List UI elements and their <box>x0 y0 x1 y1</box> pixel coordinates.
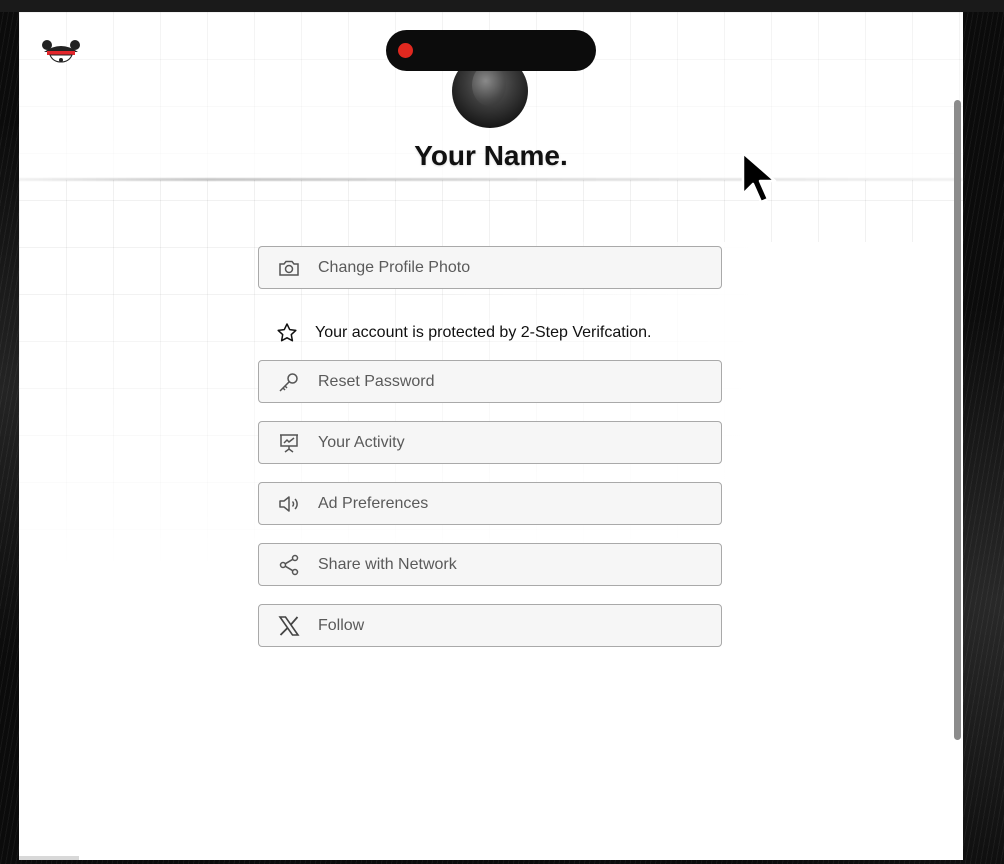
reset-password-button[interactable]: Reset Password <box>258 360 722 403</box>
share-with-network-button[interactable]: Share with Network <box>258 543 722 586</box>
star-icon <box>275 321 299 345</box>
top-bar <box>0 0 1004 12</box>
x-logo-icon <box>277 614 301 638</box>
security-note-text: Your account is protected by 2-Step Veri… <box>315 324 652 341</box>
recording-dot <box>398 43 413 58</box>
vertical-scrollbar[interactable] <box>954 100 961 740</box>
button-label: Your Activity <box>318 433 405 451</box>
button-label: Follow <box>318 616 365 634</box>
activity-chart-icon <box>277 431 301 455</box>
speaker-icon <box>277 492 301 516</box>
profile-name: Your Name. <box>414 140 568 171</box>
recording-pill <box>386 30 596 71</box>
button-label: Change Profile Photo <box>318 258 471 276</box>
your-activity-button[interactable]: Your Activity <box>258 421 722 464</box>
mouse-pointer-icon <box>741 151 777 204</box>
camera-icon <box>277 256 301 280</box>
profile-window: Your Name. Change Profile Photo Your acc… <box>19 12 963 860</box>
key-icon <box>277 370 301 394</box>
change-profile-photo-button[interactable]: Change Profile Photo <box>258 246 722 289</box>
two-step-verification-note: Your account is protected by 2-Step Veri… <box>275 320 652 346</box>
button-label: Share with Network <box>318 555 457 573</box>
bear-logo-icon[interactable] <box>41 38 81 66</box>
horizontal-scrollbar[interactable] <box>19 856 79 860</box>
share-icon <box>277 553 301 577</box>
ad-preferences-button[interactable]: Ad Preferences <box>258 482 722 525</box>
follow-button[interactable]: Follow <box>258 604 722 647</box>
button-label: Ad Preferences <box>318 494 429 512</box>
header-divider <box>19 178 963 181</box>
button-label: Reset Password <box>318 372 435 390</box>
